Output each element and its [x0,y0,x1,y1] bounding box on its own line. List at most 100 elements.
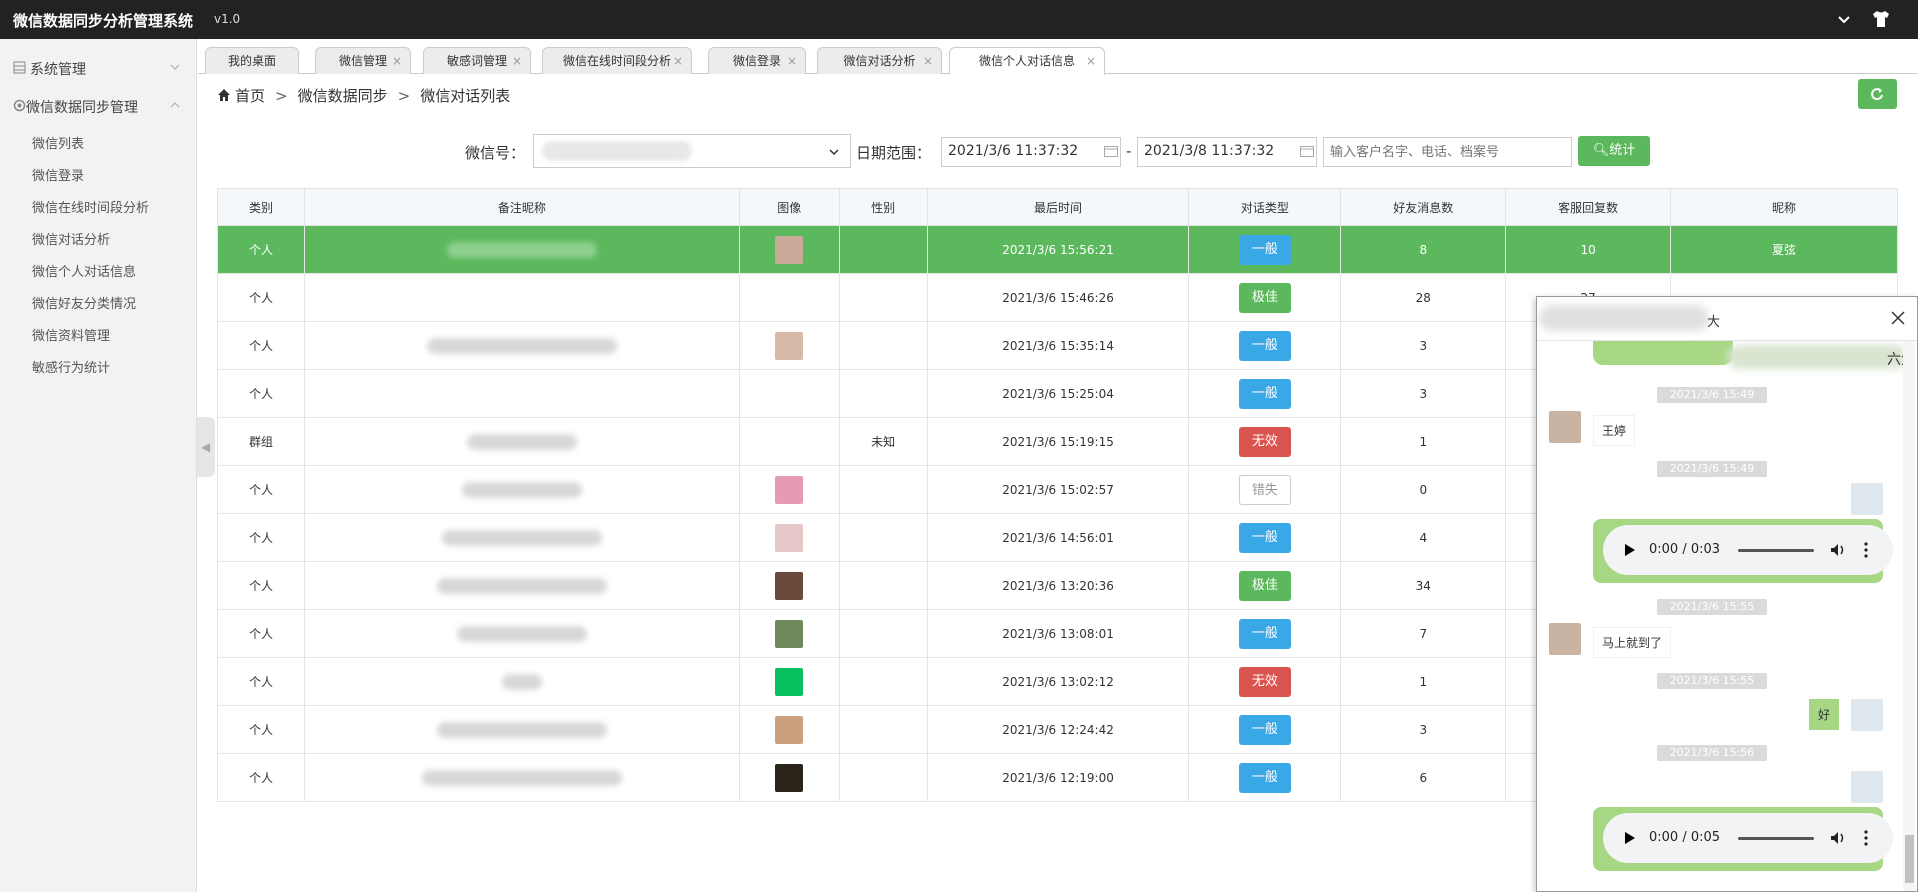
cell-friend-msgs: 1 [1340,657,1507,706]
conv-type-badge[interactable]: 无效 [1238,666,1291,697]
scrollbar-thumb[interactable] [1905,835,1914,883]
breadcrumb-level1[interactable]: 微信数据同步 [298,87,388,105]
audio-player[interactable]: 0:00 / 0:03 [1603,525,1893,575]
cell-gender [838,273,928,322]
cell-friend-msgs: 1 [1340,417,1507,466]
cell-conv-type: 一般 [1188,705,1342,754]
table-row[interactable]: 个人 2021/3/6 15:56:21 一般 8 10 夏弦 [217,225,1898,274]
conv-type-badge[interactable]: 一般 [1238,714,1291,745]
breadcrumb-level2: 微信对话列表 [420,87,511,105]
cell-conv-type: 一般 [1188,513,1342,562]
cell-conv-type: 极佳 [1188,561,1342,610]
cell-nickname: 夏弦 [1670,225,1898,274]
cell-remark [303,417,740,466]
date-from-input[interactable]: 2021/3/6 11:37:32 [941,137,1121,167]
conv-type-badge[interactable]: 一般 [1238,378,1291,409]
redacted-remark [461,481,582,498]
chevron-left-icon: ◀ [201,440,211,454]
more-options-icon[interactable] [1863,541,1869,559]
cell-avatar [738,465,840,514]
conv-type-badge[interactable]: 一般 [1238,522,1291,553]
sidebar-item-conversation-analysis[interactable]: 微信对话分析 [32,229,110,248]
cell-gender [838,321,928,370]
cell-conv-type: 错失 [1188,465,1342,514]
sidebar-item-sensitive-stats[interactable]: 敏感行为统计 [32,357,110,376]
cell-avatar [738,369,840,418]
cell-remark [303,753,740,802]
audio-player[interactable]: 0:00 / 0:05 [1603,813,1893,863]
cell-conv-type: 无效 [1188,657,1342,706]
close-icon[interactable]: × [673,48,683,74]
play-icon[interactable] [1625,544,1635,556]
stat-button[interactable]: 🔍︎统计 [1578,136,1650,166]
date-range-dash: - [1126,142,1132,160]
tab-wechat-login[interactable]: 微信登录 × [708,47,806,74]
cell-last-time: 2021/3/6 13:02:12 [926,657,1190,706]
cell-friend-msgs: 7 [1340,609,1507,658]
sidebar-item-online-period[interactable]: 微信在线时间段分析 [32,197,149,216]
conv-type-badge[interactable]: 极佳 [1238,282,1291,313]
sidebar-group-wechat-sync[interactable]: 微信数据同步管理 [0,87,197,123]
cell-friend-msgs: 3 [1340,705,1507,754]
tab-conversation-analysis[interactable]: 微信对话分析 × [817,47,942,74]
close-icon[interactable]: × [923,48,933,74]
tab-sensitive-words[interactable]: 敏感词管理 × [423,47,531,74]
sidebar-item-friend-category[interactable]: 微信好友分类情况 [32,293,136,312]
redacted-title [1539,305,1709,331]
date-to-input[interactable]: 2021/3/8 11:37:32 [1137,137,1317,167]
cell-conv-type: 一般 [1188,369,1342,418]
audio-progress-bar[interactable] [1738,549,1814,552]
conv-type-badge[interactable]: 一般 [1238,234,1291,265]
close-icon[interactable]: × [512,48,522,74]
conv-type-badge[interactable]: 一般 [1238,618,1291,649]
tab-desktop[interactable]: 我的桌面 [205,47,299,74]
chat-popup: 大 六大 2021/3/6 15:49 王婷 2021/3/6 15:49 0:… [1536,296,1918,892]
avatar [775,715,804,744]
breadcrumb-home[interactable]: 首页 [235,87,265,105]
cell-avatar [738,273,840,322]
sidebar-item-personal-conversation[interactable]: 微信个人对话信息 [32,261,136,280]
tab-wechat-management[interactable]: 微信管理 × [315,47,411,74]
sidebar-collapse-handle[interactable]: ◀ [197,417,215,477]
close-icon[interactable]: × [787,48,797,74]
cell-type: 个人 [217,609,305,658]
customer-search-input[interactable] [1323,137,1572,167]
close-icon[interactable] [1889,309,1907,327]
conv-type-badge[interactable]: 无效 [1238,426,1291,457]
conv-type-badge[interactable]: 错失 [1238,474,1291,505]
conv-type-badge[interactable]: 极佳 [1238,570,1291,601]
sidebar-group-system[interactable]: 系统管理 [0,49,197,85]
play-icon[interactable] [1625,832,1635,844]
calendar-icon[interactable] [1104,145,1118,157]
cell-friend-msgs: 3 [1340,369,1507,418]
tab-bar: 我的桌面 微信管理 × 敏感词管理 × 微信在线时间段分析 × 微信登录 × 微信对话分… [198,45,1918,75]
sidebar-item-profile-management[interactable]: 微信资料管理 [32,325,110,344]
volume-icon[interactable] [1829,541,1847,559]
cell-last-time: 2021/3/6 15:46:26 [926,273,1190,322]
col-header-type: 类别 [217,188,305,226]
cell-gender [838,561,928,610]
volume-icon[interactable] [1829,829,1847,847]
theme-shirt-icon[interactable] [1870,8,1892,30]
cell-conv-type: 一般 [1188,609,1342,658]
more-options-icon[interactable] [1863,829,1869,847]
refresh-button[interactable] [1858,79,1897,109]
cell-type: 个人 [217,321,305,370]
tab-online-period[interactable]: 微信在线时间段分析 × [542,47,692,74]
close-icon[interactable]: × [1086,48,1096,74]
audio-progress-bar[interactable] [1738,837,1814,840]
sidebar-group-label: 微信数据同步管理 [26,100,138,116]
tab-personal-conversation[interactable]: 微信个人对话信息 × [949,47,1105,75]
cell-type: 群组 [217,417,305,466]
cell-type: 个人 [217,225,305,274]
chat-scrollbar[interactable] [1903,341,1915,891]
chevron-down-icon[interactable] [1834,9,1854,29]
conv-type-badge[interactable]: 一般 [1238,330,1291,361]
message-time: 2021/3/6 15:55 [1657,599,1767,615]
wechat-id-select[interactable] [533,134,851,168]
cell-type: 个人 [217,513,305,562]
message-bubble: 好 [1809,699,1840,730]
conv-type-badge[interactable]: 一般 [1238,762,1291,793]
close-icon[interactable]: × [392,48,402,74]
calendar-icon[interactable] [1300,145,1314,157]
